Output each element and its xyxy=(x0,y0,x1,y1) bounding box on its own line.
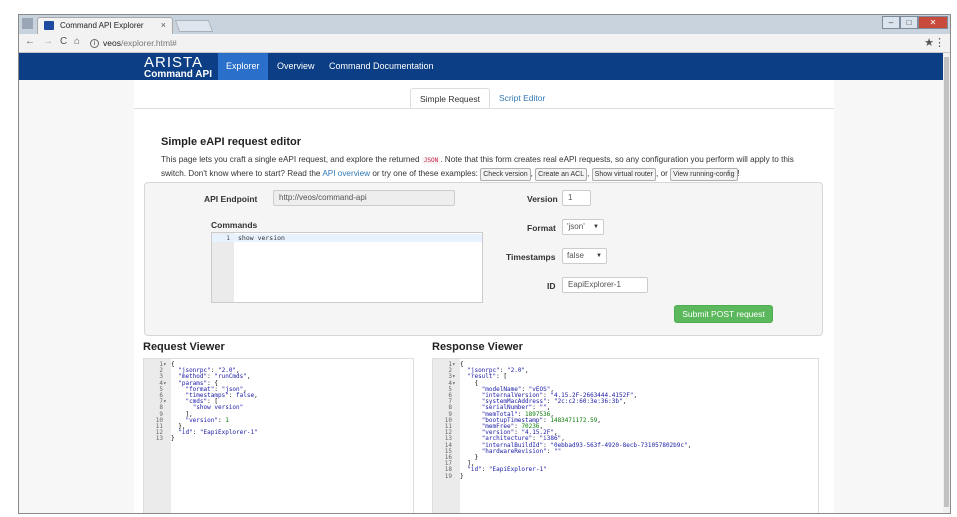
response-viewer-title: Response Viewer xyxy=(432,341,523,353)
home-icon[interactable]: ⌂ xyxy=(74,36,80,47)
endpoint-label: API Endpoint xyxy=(204,194,258,204)
chevron-down-icon: ▼ xyxy=(593,224,599,230)
nav-explorer[interactable]: Explorer xyxy=(218,53,268,80)
example-show-virtual-router-button[interactable]: Show virtual router xyxy=(591,168,657,181)
tab-title: Command API Explorer xyxy=(60,21,144,30)
browser-menu-icon[interactable]: ⋮ xyxy=(934,36,945,49)
code-line: 13 } xyxy=(155,435,175,443)
title-bar: Command API Explorer × – □ ✕ xyxy=(19,15,950,34)
nav-command-documentation[interactable]: Command Documentation xyxy=(321,53,442,80)
maximize-button[interactable]: □ xyxy=(900,16,918,29)
request-form-panel: API Endpoint http://veos/command-api Com… xyxy=(144,182,823,336)
commands-label: Commands xyxy=(211,220,258,230)
browser-tab[interactable]: Command API Explorer × xyxy=(37,17,173,34)
id-field[interactable]: EapiExplorer-1 xyxy=(562,277,648,293)
page-title: Simple eAPI request editor xyxy=(161,136,301,148)
page-scrollbar[interactable] xyxy=(943,53,950,513)
tab-close-icon[interactable]: × xyxy=(161,18,166,33)
tab-favicon-icon xyxy=(44,21,54,30)
json-code: JSON xyxy=(421,157,441,164)
submit-post-request-button[interactable]: Submit POST request xyxy=(674,305,773,323)
arista-logo[interactable]: ARISTA Command API xyxy=(144,55,212,80)
info-icon[interactable]: i xyxy=(90,39,99,49)
forward-arrow-icon[interactable]: → xyxy=(43,36,53,47)
tab-divider xyxy=(134,108,834,109)
request-viewer[interactable]: 1▾{2 "jsonrpc": "2.0", 3 "method": "runCm… xyxy=(143,358,414,513)
version-label: Version xyxy=(527,194,558,204)
scrollbar-thumb[interactable] xyxy=(944,57,949,507)
example-view-running-config-button[interactable]: View running-config xyxy=(670,168,738,181)
url-field[interactable]: i veos/explorer.html# xyxy=(90,36,177,50)
new-tab-button[interactable] xyxy=(174,20,214,32)
format-label: Format xyxy=(527,223,556,233)
app-navbar: ARISTA Command API Explorer Overview Com… xyxy=(19,53,950,80)
url-path: /explorer.html# xyxy=(120,38,177,48)
request-viewer-title: Request Viewer xyxy=(143,341,225,353)
url-host: veos xyxy=(103,38,121,48)
minimize-button[interactable]: – xyxy=(882,16,900,29)
main-content: Simple Request Script Editor Simple eAPI… xyxy=(134,80,834,513)
timestamps-select[interactable]: false ▼ xyxy=(562,248,607,264)
editor-gutter xyxy=(212,233,234,302)
chevron-down-icon: ▼ xyxy=(596,253,602,259)
api-overview-link[interactable]: API overview xyxy=(322,169,370,178)
bookmark-star-icon[interactable]: ★ xyxy=(924,36,934,49)
endpoint-field[interactable]: http://veos/command-api xyxy=(273,190,455,206)
example-create-acl-button[interactable]: Create an ACL xyxy=(535,168,588,181)
code-line: 19 } xyxy=(444,472,464,480)
page-description: This page lets you craft a single eAPI r… xyxy=(161,153,821,181)
back-arrow-icon[interactable]: ← xyxy=(25,36,35,47)
response-viewer[interactable]: 1▾{2 "jsonrpc": "2.0", 3▾ "result": [4▾ {… xyxy=(432,358,819,513)
line-number: 1 xyxy=(226,234,230,242)
window-menu-icon[interactable] xyxy=(22,18,33,29)
version-field[interactable]: 1 xyxy=(562,190,591,206)
close-window-button[interactable]: ✕ xyxy=(918,16,948,29)
tab-script-editor[interactable]: Script Editor xyxy=(490,88,554,108)
timestamps-label: Timestamps xyxy=(506,252,556,262)
format-select[interactable]: 'json' ▼ xyxy=(562,219,604,235)
id-label: ID xyxy=(547,281,556,291)
browser-window: Command API Explorer × – □ ✕ ← → C ⌂ i ve… xyxy=(18,14,951,514)
nav-overview[interactable]: Overview xyxy=(269,53,323,80)
commands-editor[interactable]: 1 show version xyxy=(211,232,483,303)
editor-tabs: Simple Request Script Editor xyxy=(410,88,554,108)
example-check-version-button[interactable]: Check version xyxy=(480,168,531,181)
command-line[interactable]: show version xyxy=(238,234,285,242)
tab-simple-request[interactable]: Simple Request xyxy=(410,88,491,108)
reload-icon[interactable]: C xyxy=(60,36,67,47)
address-bar: ← → C ⌂ i veos/explorer.html# ★ ⋮ xyxy=(19,34,950,53)
